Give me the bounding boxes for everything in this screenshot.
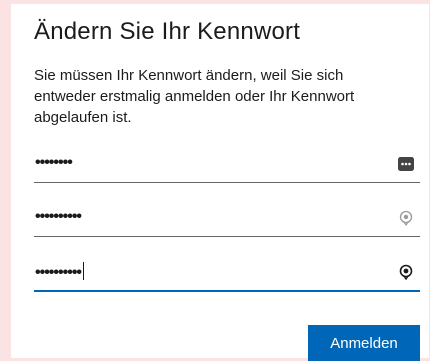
password-manager-icon[interactable] bbox=[397, 155, 415, 173]
confirm-password-field[interactable]: •••••••••• bbox=[34, 254, 420, 292]
reveal-password-icon[interactable] bbox=[397, 209, 415, 227]
sign-in-button[interactable]: Anmelden bbox=[308, 325, 420, 361]
new-password-field[interactable]: •••••••••• bbox=[34, 200, 420, 237]
confirm-password-value: •••••••••• bbox=[35, 262, 85, 282]
new-password-value: •••••••••• bbox=[35, 208, 82, 225]
reveal-password-icon[interactable] bbox=[397, 263, 415, 281]
current-password-value: •••••••• bbox=[35, 154, 73, 171]
dialog-description: Sie müssen Ihr Kennwort ändern, weil Sie… bbox=[34, 67, 355, 126]
dialog-title: Ändern Sie Ihr Kennwort bbox=[34, 18, 301, 45]
text-caret bbox=[83, 262, 85, 280]
change-password-dialog: Ändern Sie Ihr Kennwort Sie müssen Ihr K… bbox=[11, 4, 429, 361]
current-password-field[interactable]: •••••••• bbox=[34, 146, 420, 183]
